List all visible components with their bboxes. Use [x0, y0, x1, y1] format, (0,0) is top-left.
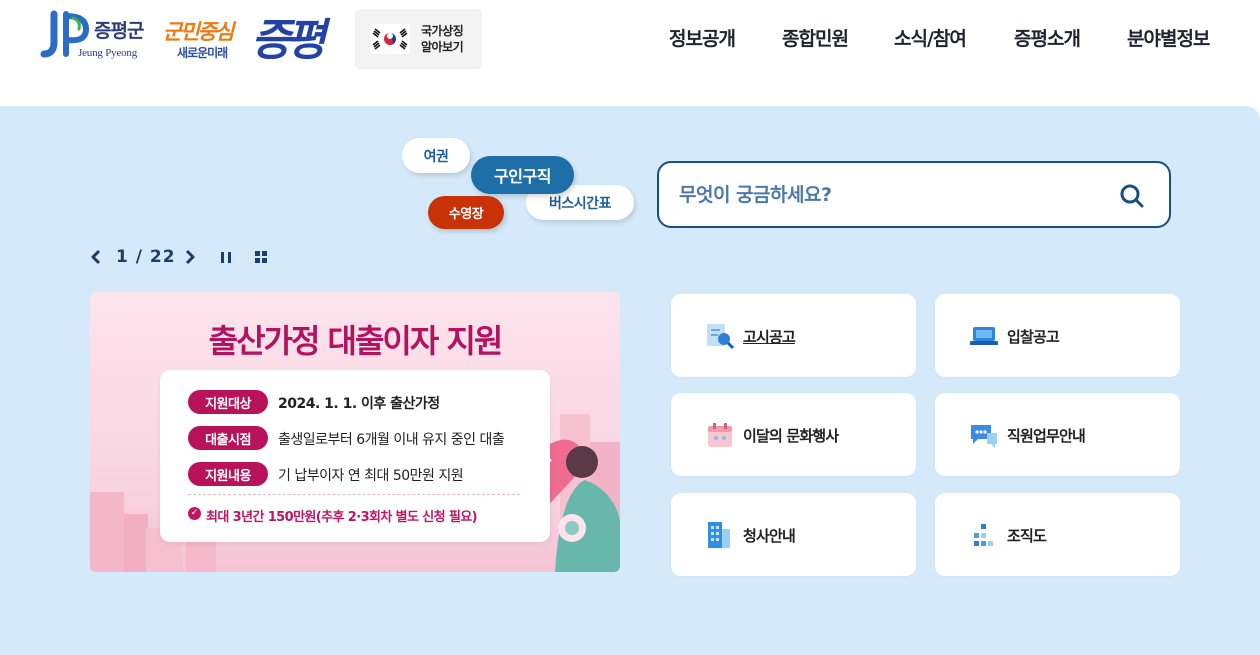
main-banner[interactable]: 출산가정 대출이자 지원 지원대상 2024. 1. 1. 이후 출산가정 대출… — [90, 292, 620, 572]
slogan-line1: 군민중심 — [163, 20, 234, 44]
banner-text: 기 납부이자 연 최대 50만원 지원 — [278, 468, 464, 484]
quick-menu-label: 입찰공고 — [1007, 328, 1060, 346]
nav-info-disclosure[interactable]: 정보공개 — [669, 24, 736, 54]
logo-name: 증평군 — [94, 20, 144, 42]
document-search-icon — [707, 324, 735, 350]
quick-menu-label: 고시공고 — [743, 328, 796, 346]
slogan-logo: 군민중심 새로운미래 증평 — [163, 4, 333, 70]
quick-menu-label: 조직도 — [1007, 527, 1047, 545]
banner-title: 출산가정 대출이자 지원 — [208, 322, 504, 360]
banner-info-card: 지원대상 2024. 1. 1. 이후 출산가정 대출시점 출생일로부터 6개월… — [160, 370, 550, 542]
slide-current: 1 — [116, 247, 129, 267]
jeungpyeong-logo[interactable]: 증평군 Jeung Pyeong — [40, 10, 144, 62]
building-icon — [708, 522, 730, 548]
banner-label: 지원내용 — [188, 462, 268, 486]
search-input[interactable] — [679, 175, 1099, 215]
quick-menu-org-chart[interactable]: 조직도 — [935, 493, 1180, 576]
main-visual: 여권 버스시간표 구인구직 수영장 1 / 22 — [0, 106, 1260, 655]
banner-text: 2024. 1. 1. 이후 출산가정 — [278, 396, 440, 412]
nav-about-jeungpyeong[interactable]: 증평소개 — [1014, 24, 1081, 54]
banner-divider — [188, 494, 520, 495]
quick-menu-label: 직원업무안내 — [1007, 427, 1086, 445]
chat-bubble-icon — [971, 425, 997, 448]
chevron-left-icon[interactable] — [88, 245, 108, 269]
quick-menu-label: 이달의 문화행사 — [743, 427, 839, 445]
pause-icon[interactable] — [216, 245, 236, 269]
national-symbols-line2: 알아보기 — [421, 40, 464, 54]
quick-menu-bid[interactable]: 입찰공고 — [935, 294, 1180, 377]
quick-menu-notice[interactable]: 고시공고 — [671, 294, 916, 377]
nav-news-participation[interactable]: 소식/참여 — [894, 24, 967, 54]
grid-view-icon[interactable] — [251, 245, 271, 269]
slide-separator: / — [135, 247, 143, 267]
slide-counter: 1 / 22 — [116, 247, 176, 267]
slogan-line2: 새로운미래 — [177, 46, 228, 60]
national-symbols-label: 국가상징 알아보기 — [421, 23, 477, 55]
slide-total: 22 — [149, 247, 176, 267]
calendar-icon — [708, 423, 732, 447]
search-icon[interactable] — [1115, 179, 1149, 213]
org-chart-icon — [974, 524, 993, 546]
keyword-swimming-pool[interactable]: 수영장 — [428, 196, 504, 229]
quick-menu-culture-events[interactable]: 이달의 문화행사 — [671, 393, 916, 476]
national-symbols-button[interactable]: 국가상징 알아보기 — [355, 9, 482, 69]
nav-civil-service[interactable]: 종합민원 — [782, 24, 849, 54]
chevron-right-icon[interactable] — [180, 245, 200, 269]
keyword-job-search[interactable]: 구인구직 — [471, 156, 574, 194]
check-icon: ✓ — [188, 507, 201, 520]
site-header: 증평군 Jeung Pyeong 군민중심 새로운미래 증평 국가상징 알아보기… — [0, 0, 1260, 106]
banner-note: 최대 3년간 150만원(추후 2·3회차 별도 신청 필요) — [206, 510, 478, 525]
banner-label: 지원대상 — [188, 390, 268, 414]
banner-label: 대출시점 — [188, 426, 268, 450]
slogan-big: 증평 — [251, 15, 326, 66]
laptop-icon — [970, 327, 998, 345]
nav-field-info[interactable]: 분야별정보 — [1127, 24, 1210, 54]
search-box — [657, 161, 1171, 228]
slider-controls: 1 / 22 — [88, 245, 278, 269]
quick-menu-staff-duties[interactable]: 직원업무안내 — [935, 393, 1180, 476]
logo-english: Jeung Pyeong — [78, 47, 138, 59]
national-symbols-line1: 국가상징 — [421, 24, 464, 38]
quick-menu-office-guide[interactable]: 청사안내 — [671, 493, 916, 576]
keyword-passport[interactable]: 여권 — [402, 138, 470, 173]
quick-menu-label: 청사안내 — [743, 527, 796, 545]
banner-text: 출생일로부터 6개월 이내 유지 중인 대출 — [278, 432, 505, 448]
taegukgi-flag-icon — [370, 24, 410, 54]
